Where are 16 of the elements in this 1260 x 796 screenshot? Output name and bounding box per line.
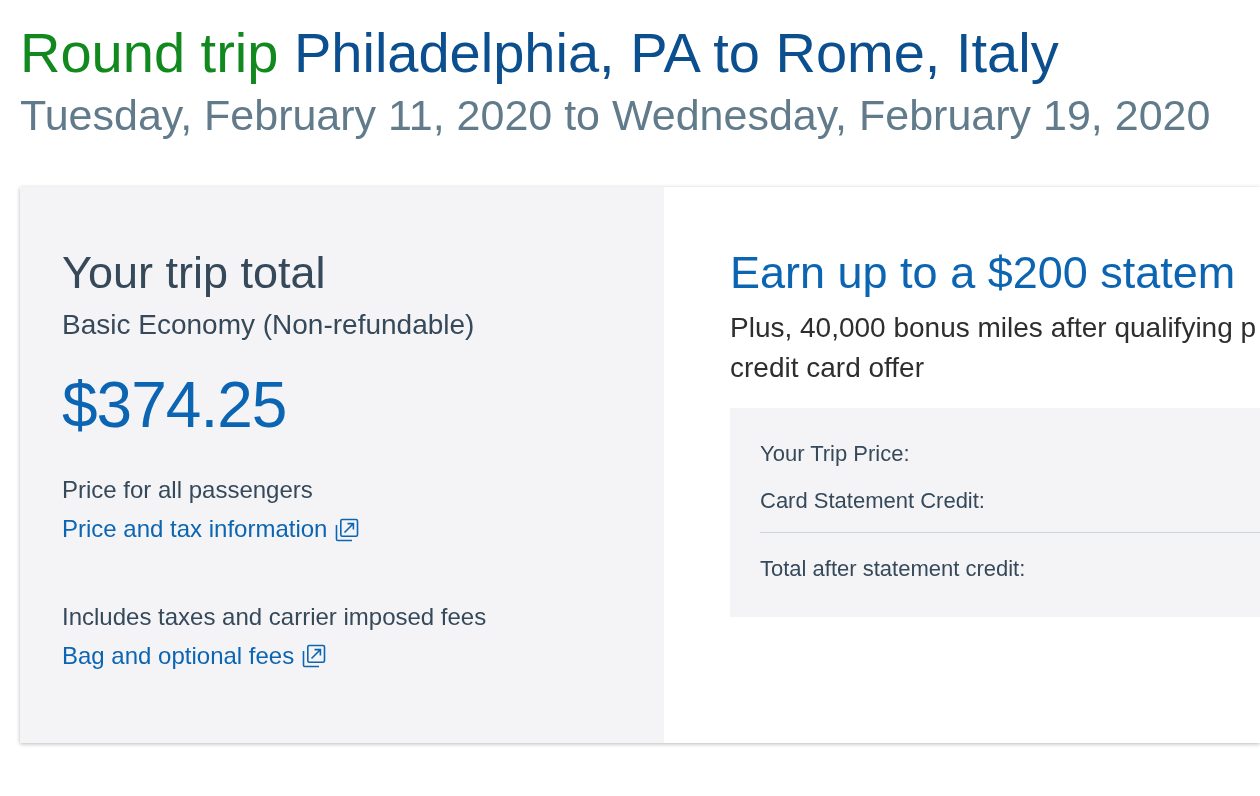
trip-total-title: Your trip total xyxy=(62,246,327,300)
info-link[interactable]: Bag and optional fees xyxy=(62,642,327,671)
external-link-icon xyxy=(302,644,327,669)
offer-title: Earn up to a $200 statem xyxy=(730,246,1237,300)
total-label: Total after statement credit: xyxy=(760,555,1026,581)
trip-dates: Tuesday, February 11, 2020 to Wednesday, February 19, 2020 xyxy=(20,91,1212,140)
price-label: Your Trip Price: xyxy=(760,441,910,466)
info-link[interactable]: Price and tax information xyxy=(62,515,360,544)
offer-description: Plus, 40,000 bonus miles after qualifying p credit card offer xyxy=(730,311,1258,385)
price-note: Includes taxes and carrier imposed fees xyxy=(62,603,488,632)
price-label: Card Statement Credit: xyxy=(760,487,985,513)
price-note: Price for all passengers xyxy=(62,476,314,506)
trip-price: $374.25 xyxy=(62,367,288,443)
external-link-icon xyxy=(335,517,360,542)
page-heading: Round trip Philadelphia, PA to Rome, Italy xyxy=(20,20,1060,85)
fare-type: Basic Economy (Non-refundable) xyxy=(62,308,476,342)
